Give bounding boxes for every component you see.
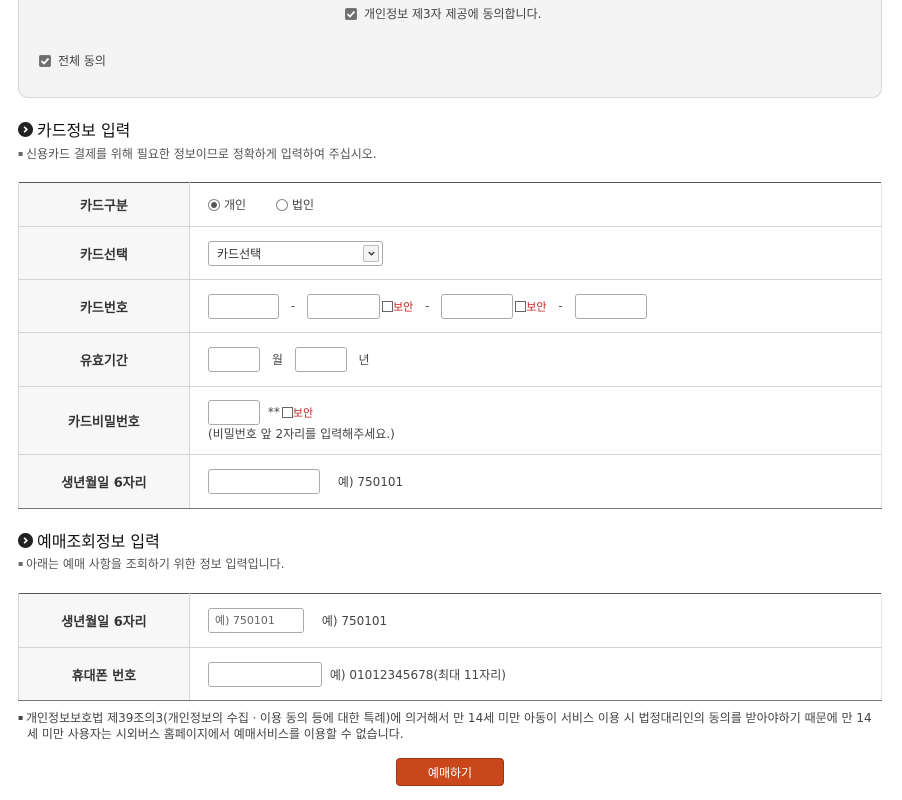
- card-select-value: 카드선택: [217, 246, 262, 261]
- card-select-row: 카드선택 카드선택: [18, 226, 882, 280]
- card-section-title: 카드정보 입력: [18, 117, 130, 141]
- radio-corporate-label: 법인: [291, 198, 315, 212]
- lookup-info-table: 생년월일 6자리 예) 750101 예) 750101 휴대폰 번호 예) 0…: [18, 593, 882, 701]
- expiry-label: 유효기간: [18, 332, 190, 387]
- agree-all[interactable]: 전체 동의: [39, 52, 106, 69]
- security-checkbox-2[interactable]: [382, 300, 393, 312]
- phone-example: 예) 01012345678(최대 11자리): [329, 667, 506, 682]
- card-select-label: 카드선택: [18, 226, 190, 280]
- radio-corporate[interactable]: [275, 198, 288, 211]
- chevron-right-circle-icon: [18, 532, 33, 548]
- card-number-input-1[interactable]: [208, 293, 279, 319]
- card-info-table: 카드구분 개인 법인 카드선택 카드선택 카드번호 - 보안 - 보안 - 유효…: [18, 182, 882, 509]
- security-label: 보안: [393, 300, 414, 313]
- password-input[interactable]: [208, 399, 260, 425]
- expiry-row: 유효기간 월 년: [18, 332, 882, 387]
- card-number-input-4[interactable]: [574, 293, 647, 319]
- year-label: 년: [358, 353, 370, 367]
- month-label: 월: [271, 353, 283, 367]
- password-label: 카드비밀번호: [18, 386, 190, 455]
- security-label: 보안: [292, 406, 314, 419]
- lookup-birth-row: 생년월일 6자리 예) 750101 예) 750101: [18, 593, 882, 648]
- legal-footnote: 개인정보보호법 제39조의3(개인정보의 수집ㆍ이용 동의 등에 대한 특례)에…: [18, 710, 882, 742]
- card-birth-example: 예) 750101: [337, 475, 404, 489]
- card-section-desc: 신용카드 결제를 위해 필요한 정보이므로 정확하게 입력하여 주십시오.: [18, 145, 377, 162]
- lookup-birth-example: 예) 750101: [321, 614, 388, 628]
- third-party-label: 개인정보 제3자 제공에 동의합니다.: [364, 7, 542, 21]
- chevron-down-icon: [363, 244, 379, 262]
- chevron-right-circle-icon: [18, 121, 33, 137]
- card-number-label: 카드번호: [18, 279, 190, 333]
- lookup-birth-input[interactable]: 예) 750101: [208, 608, 304, 633]
- agreement-panel: 개인정보 제3자 제공에 동의합니다. 전체 동의: [18, 0, 882, 98]
- checkbox-checked-icon[interactable]: [39, 54, 51, 67]
- phone-row: 휴대폰 번호 예) 01012345678(최대 11자리): [18, 647, 882, 701]
- password-note: (비밀번호 앞 2자리를 입력해주세요.): [208, 426, 395, 441]
- reserve-button[interactable]: 예매하기: [396, 758, 504, 786]
- agree-all-label: 전체 동의: [58, 54, 106, 68]
- card-number-input-3[interactable]: [441, 293, 514, 319]
- security-label: 보안: [526, 300, 547, 313]
- card-select-dropdown[interactable]: 카드선택: [208, 240, 383, 266]
- expiry-month-input[interactable]: [208, 347, 260, 372]
- security-checkbox-password[interactable]: [281, 406, 293, 418]
- expiry-year-input[interactable]: [294, 347, 347, 372]
- checkbox-checked-icon[interactable]: [345, 7, 357, 20]
- card-birth-row: 생년월일 6자리 예) 750101: [18, 454, 882, 509]
- phone-input[interactable]: [208, 661, 322, 687]
- phone-label: 휴대폰 번호: [18, 647, 190, 701]
- card-type-row: 카드구분 개인 법인: [18, 182, 882, 227]
- card-birth-input[interactable]: [208, 469, 320, 494]
- card-number-input-2[interactable]: [307, 293, 380, 319]
- lookup-section-desc: 아래는 예매 사항을 조회하기 위한 정보 입력입니다.: [18, 555, 285, 572]
- dash: -: [290, 299, 296, 313]
- dash: -: [425, 299, 430, 313]
- card-number-row: 카드번호 - 보안 - 보안 -: [18, 279, 882, 333]
- password-mask: **: [267, 405, 280, 419]
- dash: -: [558, 299, 563, 313]
- card-type-label: 카드구분: [18, 182, 190, 227]
- lookup-birth-label: 생년월일 6자리: [18, 593, 190, 648]
- lookup-section-title: 예매조회정보 입력: [18, 528, 160, 552]
- third-party-agreement[interactable]: 개인정보 제3자 제공에 동의합니다.: [345, 5, 541, 22]
- radio-personal[interactable]: [208, 198, 220, 211]
- card-birth-label: 생년월일 6자리: [18, 454, 190, 509]
- security-checkbox-3[interactable]: [515, 300, 527, 312]
- radio-personal-label: 개인: [224, 198, 247, 212]
- password-row: 카드비밀번호 ** 보안 (비밀번호 앞 2자리를 입력해주세요.): [18, 386, 882, 455]
